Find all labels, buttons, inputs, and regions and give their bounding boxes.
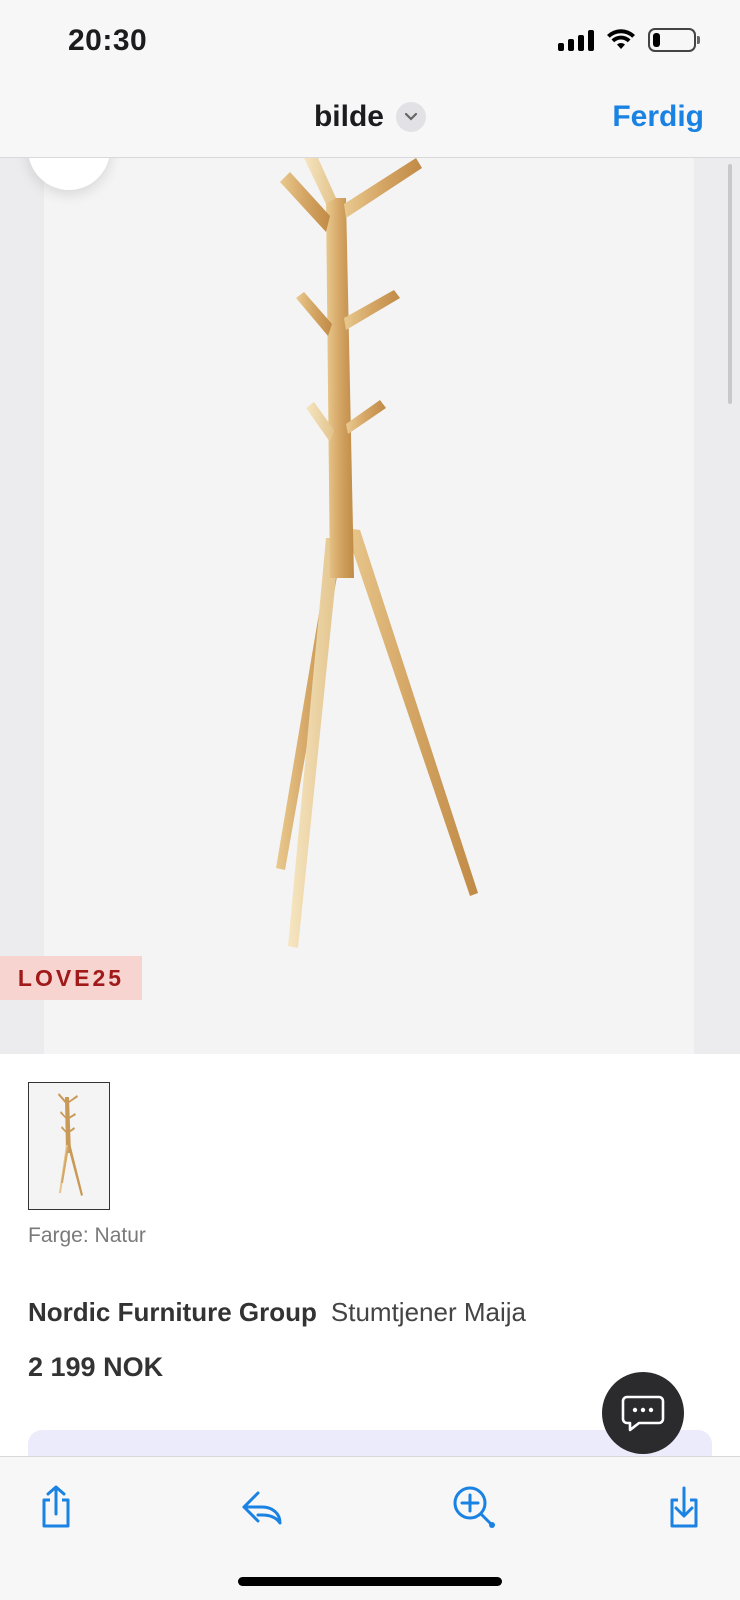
save-button[interactable]: [660, 1483, 708, 1531]
status-bar: 20:30: [0, 0, 740, 86]
nav-bar: bilde Ferdig: [0, 86, 740, 158]
signal-icon: [558, 29, 594, 51]
battery-icon: [648, 28, 700, 52]
chat-button[interactable]: [602, 1372, 684, 1454]
reply-button[interactable]: [238, 1483, 286, 1531]
status-time: 20:30: [68, 24, 148, 57]
nav-title: bilde: [313, 100, 384, 133]
done-button[interactable]: Ferdig: [612, 100, 704, 134]
zoom-in-icon: [453, 1486, 495, 1528]
color-label: Farge: Natur: [28, 1224, 146, 1247]
home-indicator[interactable]: [238, 1577, 502, 1586]
product-image-area[interactable]: LOVE25: [0, 158, 740, 1054]
promo-code-badge: LOVE25: [0, 956, 142, 1000]
download-icon: [670, 1486, 698, 1528]
share-button[interactable]: [32, 1483, 80, 1531]
product-thumbnail[interactable]: [28, 1082, 110, 1210]
reply-icon: [242, 1491, 282, 1525]
status-icons: [558, 28, 700, 52]
markup-button[interactable]: [450, 1483, 498, 1531]
battery-level: [653, 33, 660, 47]
coat-rack-image: [276, 158, 478, 948]
thumbnail-image: [58, 1093, 83, 1196]
product-name: Stumtjener Maija: [330, 1297, 526, 1327]
image-scrollbar[interactable]: [728, 164, 732, 404]
product-price: 2 199 NOK: [28, 1352, 164, 1382]
wifi-icon: [607, 29, 635, 49]
product-brand[interactable]: Nordic Furniture Group: [28, 1297, 317, 1328]
share-icon: [42, 1485, 70, 1528]
product-title-line: Nordic Furniture Group Stumtjener Maija: [28, 1297, 526, 1328]
chat-icon: [621, 1395, 665, 1432]
chevron-down-icon[interactable]: [396, 102, 426, 132]
